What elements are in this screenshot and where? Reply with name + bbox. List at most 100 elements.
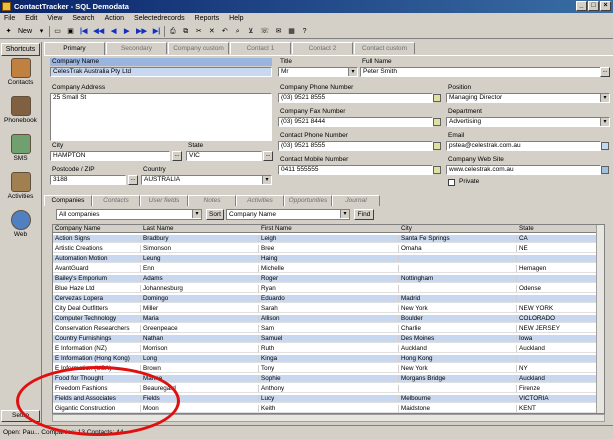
- undo-icon[interactable]: ↶: [219, 26, 230, 37]
- dial-contact-phone-icon[interactable]: [433, 142, 441, 150]
- full-name-button[interactable]: ...: [600, 67, 610, 77]
- contact-phone-field[interactable]: (03) 9521 8555: [278, 141, 433, 151]
- shortcuts-header[interactable]: Shortcuts: [1, 43, 40, 56]
- open-icon[interactable]: ▭: [52, 26, 63, 37]
- tab-activities[interactable]: Activities: [236, 195, 284, 206]
- sort-field-select[interactable]: Company Name: [226, 209, 350, 220]
- first-record-icon[interactable]: |◀: [78, 26, 89, 37]
- table-row[interactable]: AvantGuard Enn Michelle Hemagen: [53, 265, 604, 274]
- maximize-button[interactable]: □: [588, 1, 599, 11]
- table-row[interactable]: Artistic Creations Simonson Bree Omaha NE: [53, 245, 604, 254]
- department-field[interactable]: Advertising: [446, 117, 610, 127]
- table-row[interactable]: Automation Motion Leung Haing: [53, 255, 604, 264]
- state-field[interactable]: VIC: [186, 151, 262, 161]
- tab-contacts[interactable]: Contacts: [92, 195, 140, 206]
- next-record-icon[interactable]: ▶: [121, 26, 132, 37]
- email-icon[interactable]: ✉: [273, 26, 284, 37]
- menu-action[interactable]: Action: [105, 13, 124, 25]
- dial-fax-icon[interactable]: [433, 118, 441, 126]
- tab-companies[interactable]: Companies: [44, 195, 92, 206]
- postcode-lookup-button[interactable]: ...: [128, 175, 138, 185]
- website-field[interactable]: www.celestrak.com.au: [446, 165, 601, 175]
- tab-user-fields[interactable]: User fields: [140, 195, 188, 206]
- grid-horizontal-scrollbar[interactable]: [52, 414, 605, 422]
- tab-company-custom[interactable]: Company custom: [168, 42, 229, 54]
- private-checkbox[interactable]: [448, 179, 455, 186]
- dropdown-icon[interactable]: ▾: [36, 26, 47, 37]
- table-row[interactable]: E Information (USA) Brown Tony New York NY: [53, 365, 604, 374]
- table-row[interactable]: Country Furnishings Nathan Samuel Des Moine…: [53, 335, 604, 344]
- table-row[interactable]: Food for Thought Manne Sophie Morgans Bridg…: [53, 375, 604, 384]
- table-row[interactable]: E Information (NZ) Morrison Ruth Auckland Au…: [53, 345, 604, 354]
- shortcut-web[interactable]: Web: [0, 210, 41, 246]
- table-row[interactable]: City Deal Outfitters Miller Sarah New York N…: [53, 305, 604, 314]
- close-button[interactable]: ×: [600, 1, 611, 11]
- table-row[interactable]: Computer Technology Maria Allison Boulder CO…: [53, 315, 604, 324]
- print-icon[interactable]: ⎙: [167, 26, 178, 37]
- shortcut-phonebook[interactable]: Phonebook: [0, 96, 41, 132]
- city-lookup-button[interactable]: ...: [172, 151, 182, 161]
- minimize-button[interactable]: _: [576, 1, 587, 11]
- email-field[interactable]: pstea@celestrak.com.au: [446, 141, 601, 151]
- tab-journal[interactable]: Journal: [332, 195, 380, 206]
- find-button[interactable]: Find: [354, 209, 374, 220]
- shortcut-activities[interactable]: Activities: [0, 172, 41, 208]
- company-fax-field[interactable]: (03) 9521 8444: [278, 117, 433, 127]
- previous-record-icon[interactable]: ◀: [108, 26, 119, 37]
- menu-edit[interactable]: Edit: [25, 13, 37, 25]
- title-field[interactable]: Mr: [278, 67, 358, 77]
- shortcut-sms[interactable]: SMS: [0, 134, 41, 170]
- postcode-field[interactable]: 3188: [50, 175, 126, 185]
- phone-icon[interactable]: ☏: [258, 26, 271, 37]
- calendar-icon[interactable]: ▦: [286, 26, 297, 37]
- table-row[interactable]: Conservation Researchers Greenpeace Sam Cha…: [53, 325, 604, 334]
- column-header-city[interactable]: City: [399, 225, 517, 233]
- tab-opportunities[interactable]: Opportunities: [284, 195, 332, 206]
- previous-page-icon[interactable]: ◀◀: [91, 26, 106, 37]
- scope-select[interactable]: All companies: [56, 209, 202, 220]
- save-icon[interactable]: ▣: [65, 26, 76, 37]
- menu-selectedrecords[interactable]: Selectedrecords: [134, 13, 185, 25]
- table-row[interactable]: Cervezas Lopera Domingo Eduardo Madrid: [53, 295, 604, 304]
- contact-mobile-field[interactable]: 0411 555555: [278, 165, 433, 175]
- tab-secondary[interactable]: Secondary: [106, 42, 167, 54]
- setup-button[interactable]: Setup: [1, 410, 40, 422]
- menu-search[interactable]: Search: [72, 13, 94, 25]
- table-row[interactable]: E Information (Hong Kong) Long Kinga Hong K…: [53, 355, 604, 364]
- dial-phone-icon[interactable]: [433, 94, 441, 102]
- table-row[interactable]: Action Signs Bradbury Leigh Santa Fe Spring…: [53, 235, 604, 244]
- table-row[interactable]: Fields and Associates Fields Lucy Melbourne…: [53, 395, 604, 404]
- company-phone-field[interactable]: (03) 9521 8555: [278, 93, 433, 103]
- table-row[interactable]: Freedom Fashions Beauregard Anthony Firenze: [53, 385, 604, 394]
- column-header-company-name[interactable]: Company Name: [53, 225, 141, 233]
- table-row[interactable]: Bailey's Emporium Adams Roger Nottingham: [53, 275, 604, 284]
- table-row[interactable]: Blue Haze Ltd Johannesburg Ryan Odense: [53, 285, 604, 294]
- menu-help[interactable]: Help: [229, 13, 243, 25]
- menu-reports[interactable]: Reports: [195, 13, 220, 25]
- department-dropdown-icon[interactable]: ▾: [600, 118, 609, 126]
- shortcut-contacts[interactable]: Contacts: [0, 58, 41, 94]
- help-icon[interactable]: ?: [299, 26, 310, 37]
- menu-view[interactable]: View: [47, 13, 62, 25]
- column-header-first-name[interactable]: First Name: [259, 225, 399, 233]
- country-dropdown-icon[interactable]: ▾: [262, 176, 271, 184]
- delete-icon[interactable]: ✕: [206, 26, 217, 37]
- dial-mobile-icon[interactable]: [433, 166, 441, 174]
- filter-icon[interactable]: ⊻: [245, 26, 256, 37]
- new-button[interactable]: New: [16, 26, 34, 37]
- tab-notes[interactable]: Notes: [188, 195, 236, 206]
- scope-dropdown-icon[interactable]: ▾: [192, 210, 201, 218]
- column-header-state[interactable]: State: [517, 225, 598, 233]
- open-website-icon[interactable]: [601, 166, 609, 174]
- country-field[interactable]: AUSTRALIA: [141, 175, 272, 185]
- sort-button[interactable]: Sort: [206, 209, 224, 220]
- cut-icon[interactable]: ✂: [193, 26, 204, 37]
- send-email-icon[interactable]: [601, 142, 609, 150]
- state-lookup-button[interactable]: ...: [263, 151, 273, 161]
- tab-primary[interactable]: Primary: [44, 42, 105, 55]
- sort-field-dropdown-icon[interactable]: ▾: [340, 210, 349, 218]
- company-address-field[interactable]: 25 Small St: [50, 93, 272, 141]
- grid-vertical-scrollbar[interactable]: [596, 225, 604, 413]
- last-record-icon[interactable]: ▶|: [151, 26, 162, 37]
- tab-contact-custom[interactable]: Contact custom: [354, 42, 415, 54]
